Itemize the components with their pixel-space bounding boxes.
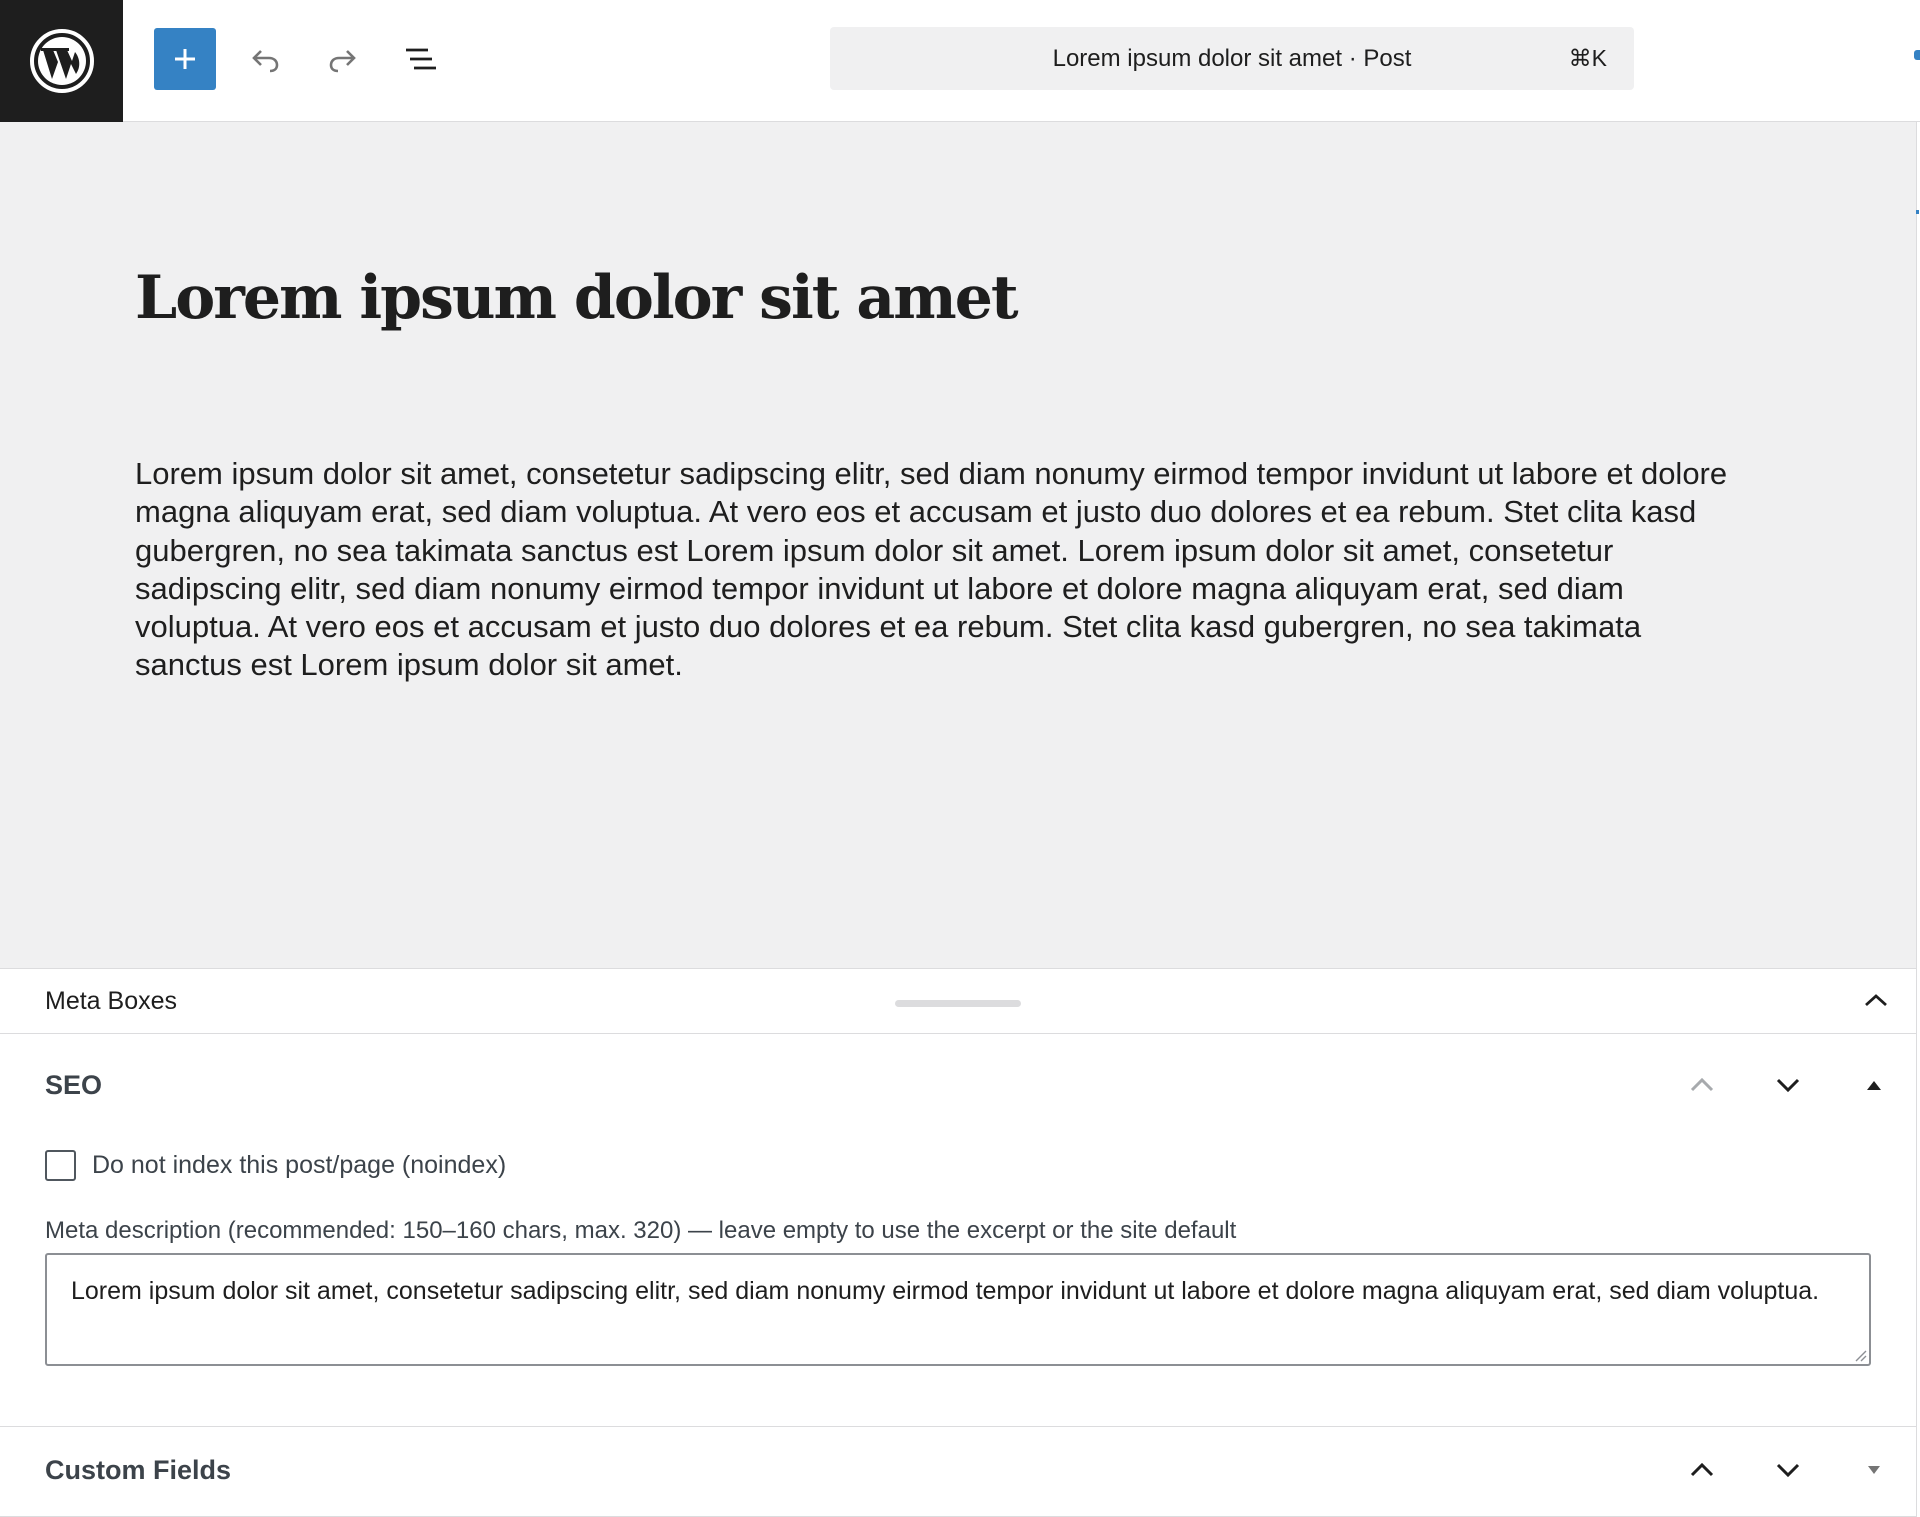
list-view-icon	[406, 48, 436, 70]
resize-handle[interactable]	[895, 1000, 1021, 1007]
wordpress-logo-icon	[29, 29, 94, 93]
noindex-checkbox[interactable]	[45, 1149, 76, 1181]
chevron-up-icon	[1690, 1462, 1714, 1477]
seo-postbox-header: SEO	[0, 1042, 1916, 1128]
post-title[interactable]: Lorem ipsum dolor sit amet	[135, 262, 1019, 334]
custom-fields-move-down-button[interactable]	[1766, 1448, 1810, 1492]
undo-icon	[252, 50, 279, 73]
command-shortcut: ⌘K	[1568, 45, 1607, 71]
noindex-option[interactable]: Do not index this post/page (noindex)	[45, 1149, 506, 1181]
custom-fields-move-up-button[interactable]	[1680, 1448, 1724, 1492]
plus-icon	[175, 49, 195, 69]
custom-fields-postbox: Custom Fields	[0, 1427, 1916, 1517]
triangle-up-icon	[1867, 1081, 1881, 1090]
wordpress-logo-button[interactable]	[0, 0, 123, 122]
redo-icon	[329, 50, 356, 73]
noindex-label: Do not index this post/page (noindex)	[92, 1150, 507, 1179]
editor-toolbar: Lorem ipsum dolor sit amet · Post ⌘K	[0, 0, 1920, 122]
undo-button[interactable]	[234, 28, 296, 90]
meta-boxes-header[interactable]: Meta Boxes	[0, 969, 1916, 1034]
custom-fields-title: Custom Fields	[45, 1455, 232, 1485]
document-overview-button[interactable]	[390, 28, 452, 90]
triangle-down-icon	[1868, 1466, 1880, 1474]
seo-toggle-panel-button[interactable]	[1852, 1063, 1896, 1107]
editor-canvas: Lorem ipsum dolor sit amet Lorem ipsum d…	[0, 122, 1919, 968]
seo-postbox: SEO Do not index this post/page (noindex…	[0, 1034, 1916, 1427]
command-palette-bar[interactable]: Lorem ipsum dolor sit amet · Post ⌘K	[830, 27, 1634, 90]
resize-grip-icon[interactable]	[1853, 1348, 1867, 1362]
custom-fields-toggle-panel-button[interactable]	[1852, 1448, 1896, 1492]
meta-boxes-panel: Meta Boxes SEO Do not index this post/pa…	[0, 968, 1917, 1517]
chevron-up-icon	[1865, 994, 1887, 1007]
meta-boxes-title: Meta Boxes	[45, 987, 178, 1015]
paragraph-block[interactable]: Lorem ipsum dolor sit amet, consetetur s…	[135, 455, 1735, 685]
seo-title: SEO	[45, 1070, 103, 1100]
seo-move-up-button[interactable]	[1680, 1063, 1724, 1107]
meta-boxes-toggle-button[interactable]	[1858, 983, 1894, 1019]
chevron-down-icon	[1776, 1078, 1800, 1093]
seo-move-down-button[interactable]	[1766, 1063, 1810, 1107]
meta-description-value: Lorem ipsum dolor sit amet, consetetur s…	[71, 1277, 1820, 1305]
add-block-button[interactable]	[154, 28, 216, 90]
toolbar-edge-accent	[1914, 50, 1920, 60]
chevron-down-icon	[1776, 1463, 1800, 1478]
meta-description-textarea[interactable]: Lorem ipsum dolor sit amet, consetetur s…	[45, 1253, 1871, 1366]
document-title: Lorem ipsum dolor sit amet · Post	[1052, 45, 1412, 72]
custom-fields-header: Custom Fields	[0, 1427, 1916, 1513]
redo-button[interactable]	[312, 28, 374, 90]
canvas-scroll-marker	[1916, 210, 1919, 214]
meta-description-label: Meta description (recommended: 150–160 c…	[45, 1217, 1237, 1244]
chevron-up-icon	[1690, 1077, 1714, 1092]
